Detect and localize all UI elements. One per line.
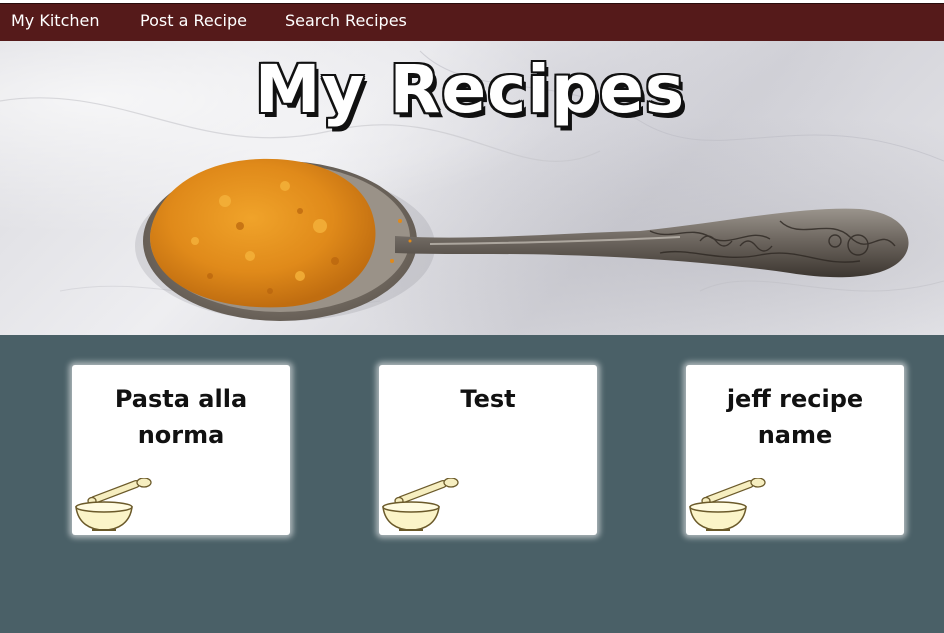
- top-nav: My Kitchen Post a Recipe Search Recipes: [0, 3, 944, 42]
- hero-banner: My Recipes: [0, 41, 944, 335]
- nav-search-recipes[interactable]: Search Recipes: [285, 4, 407, 42]
- page-title: My Recipes: [254, 51, 686, 128]
- mortar-pestle-icon: [75, 478, 152, 531]
- mortar-pestle-icon: [689, 478, 766, 531]
- nav-my-kitchen[interactable]: My Kitchen: [11, 4, 100, 42]
- recipe-card[interactable]: Test: [379, 365, 597, 535]
- recipe-card-title[interactable]: jeff recipe name: [686, 381, 904, 453]
- recipe-card-title[interactable]: Test: [379, 381, 597, 417]
- recipe-card[interactable]: jeff recipe name: [686, 365, 904, 535]
- nav-post-recipe[interactable]: Post a Recipe: [140, 4, 247, 42]
- mortar-pestle-icon: [382, 478, 459, 531]
- recipe-card-title[interactable]: Pasta alla norma: [72, 381, 290, 453]
- recipe-card[interactable]: Pasta alla norma: [72, 365, 290, 535]
